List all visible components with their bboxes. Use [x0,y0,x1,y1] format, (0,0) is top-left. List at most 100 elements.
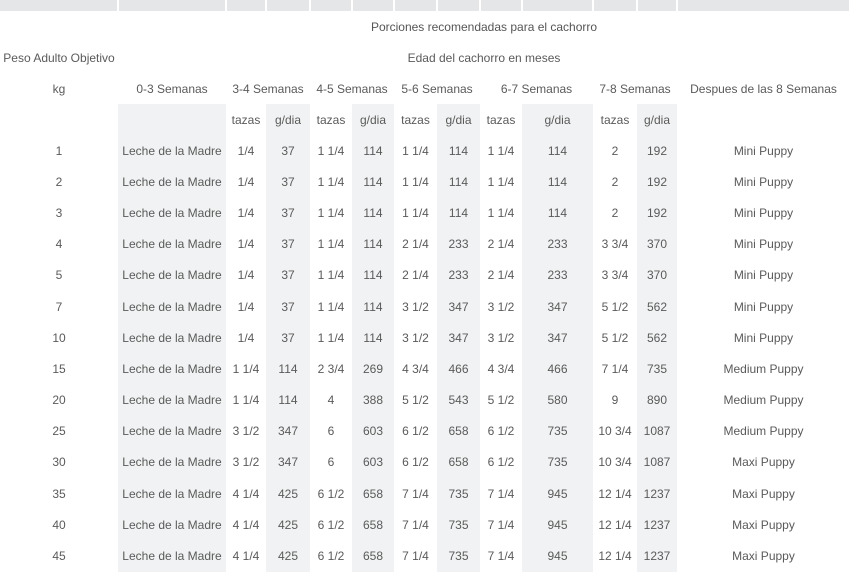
unit-grams-header: g/dia [352,104,394,135]
grams-cell: 37 [266,135,310,167]
grams-cell: 233 [437,259,480,291]
cups-cell: 7 1/4 [487,486,515,501]
grams-cell: 37 [266,322,310,354]
food-type-cell: Maxi Puppy [732,486,795,501]
cups-cell: 10 3/4 [598,455,632,470]
cups-cell: 12 1/4 [598,549,632,564]
grams-cell: 114 [352,259,394,291]
strip-cell [480,0,523,11]
unit-grams-header: g/dia [522,104,593,135]
grams-cell: 658 [352,509,394,541]
target-weight-cell: 45 [52,549,66,564]
blank-cell [118,104,226,135]
grams-cell: 114 [266,353,310,385]
table-row: 35 Leche de la Madre 4 1/4 425 6 1/2 658 7 1/4… [0,478,850,510]
cups-cell: 7 1/4 [402,517,429,532]
cups-cell: 6 [327,455,335,470]
milk-cell: Leche de la Madre [118,322,226,354]
grams-cell: 425 [266,478,310,510]
grams-cell: 192 [637,135,677,167]
food-type-cell: Maxi Puppy [732,517,795,532]
cups-cell: 2 [611,143,619,158]
grams-cell: 269 [352,353,394,385]
strip-cell [593,0,638,11]
milk-cell: Leche de la Madre [118,197,226,229]
cups-cell: 1 1/4 [487,143,515,158]
cups-cell: 7 1/4 [402,549,429,564]
table-row: 1 Leche de la Madre 1/4 37 1 1/4 114 1 1/4 114 1… [0,135,850,167]
cups-cell: 4 1/4 [232,549,260,564]
grams-cell: 580 [522,384,593,416]
target-weight-cell: 35 [52,486,66,501]
target-weight-cell: 5 [55,268,63,283]
grams-cell: 114 [437,166,480,198]
page: Porciones recomendadas para el cachorro … [0,0,850,573]
age-group-row: Peso Adulto Objetivo Edad del cachorro e… [0,42,850,73]
grams-cell: 114 [352,197,394,229]
target-weight-cell: 2 [55,174,63,189]
grams-cell: 347 [522,290,593,323]
target-weight-cell: 3 [55,205,63,220]
strip-cell [118,0,227,11]
grams-cell: 37 [266,166,310,198]
target-weight-cell: 7 [55,299,63,314]
milk-cell: Leche de la Madre [118,384,226,416]
title-row: Porciones recomendadas para el cachorro [0,11,850,42]
period-header: 5-6 Semanas [401,81,473,96]
grams-cell: 658 [352,478,394,510]
cups-cell: 6 1/2 [487,424,515,439]
cups-cell: 1 1/4 [317,268,345,283]
cups-cell: 6 [327,424,335,439]
grams-cell: 114 [352,290,394,323]
milk-cell: Leche de la Madre [118,228,226,260]
cups-cell: 1 1/4 [402,205,429,220]
cups-cell: 3 3/4 [601,268,629,283]
cups-cell: 2 [611,174,619,189]
grams-cell: 735 [437,478,480,510]
grams-cell: 233 [522,228,593,260]
cups-cell: 1/4 [237,330,255,345]
cups-cell: 2 [611,205,619,220]
cups-cell: 2 1/4 [402,237,429,252]
table-row: 30 Leche de la Madre 3 1/2 347 6 603 6 1/2 658 6… [0,446,850,479]
cups-cell: 2 3/4 [317,361,345,376]
grams-cell: 114 [266,384,310,416]
cups-cell: 6 1/2 [317,517,345,532]
cups-cell: 5 1/2 [601,330,629,345]
strip-cell [0,0,119,11]
cups-cell: 2 1/4 [487,237,515,252]
milk-cell: Leche de la Madre [118,353,226,385]
strip-cell [637,0,678,11]
unit-cups-header: tazas [401,112,430,127]
cups-cell: 6 1/2 [317,486,345,501]
milk-cell: Leche de la Madre [118,509,226,541]
grams-cell: 370 [637,228,677,260]
period-header: 4-5 Semanas [316,81,388,96]
grams-cell: 114 [352,322,394,354]
cups-cell: 3 1/2 [402,299,429,314]
table-row: 7 Leche de la Madre 1/4 37 1 1/4 114 3 1/2 347 3… [0,290,850,323]
cups-cell: 3 1/2 [232,424,260,439]
cups-cell: 4 [327,393,335,408]
cups-cell: 5 1/2 [601,299,629,314]
weight-column-header: Peso Adulto Objetivo [3,50,115,65]
grams-cell: 945 [522,478,593,510]
grams-cell: 603 [352,415,394,447]
unit-grams-header: g/dia [637,104,677,135]
grams-cell: 562 [637,322,677,354]
food-type-cell: Medium Puppy [723,361,804,376]
table-row: 15 Leche de la Madre 1 1/4 114 2 3/4 269 4 3/4… [0,353,850,385]
strip-cell [310,0,353,11]
grams-cell: 735 [637,353,677,385]
period-header: 0-3 Semanas [136,81,208,96]
cups-cell: 4 1/4 [232,486,260,501]
grams-cell: 233 [522,259,593,291]
grams-cell: 37 [266,290,310,323]
grams-cell: 347 [437,322,480,354]
grams-cell: 890 [637,384,677,416]
cups-cell: 2 1/4 [402,268,429,283]
grams-cell: 114 [522,197,593,229]
cups-cell: 3 1/2 [487,330,515,345]
period-header: Despues de las 8 Semanas [690,81,837,96]
cups-cell: 2 1/4 [487,268,515,283]
